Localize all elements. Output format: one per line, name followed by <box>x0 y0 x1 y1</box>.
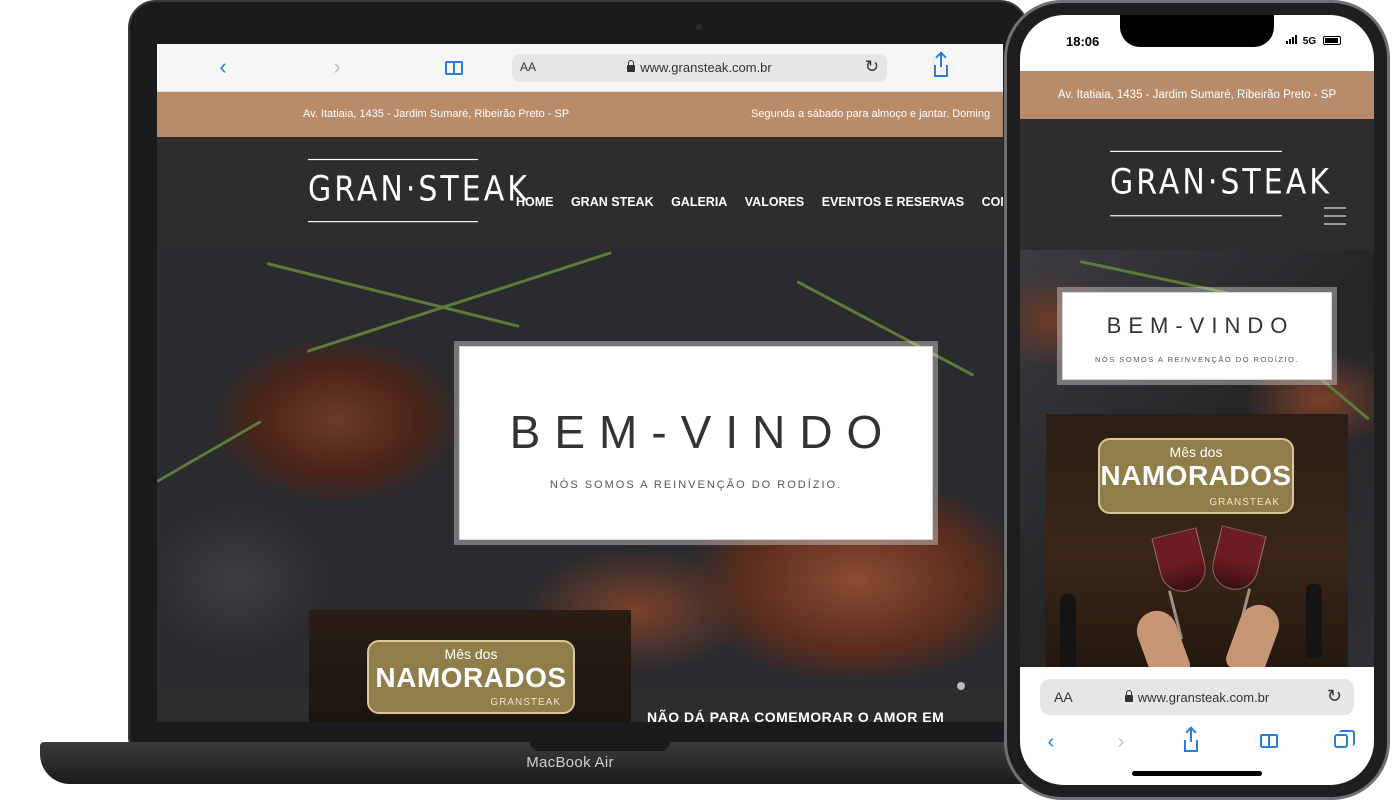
site-header: GRAN·STEAK HOME GRAN STEAK GALERIA VALOR… <box>157 137 1003 250</box>
nav-galeria[interactable]: GALERIA <box>671 195 727 209</box>
wine-bottle <box>1306 584 1322 658</box>
promo-image[interactable]: Mês dos NAMORADOS GRANSTEAK <box>309 610 631 722</box>
address-text: Av. Itatiaia, 1435 - Jardim Sumaré, Ribe… <box>303 108 570 120</box>
share-icon <box>934 53 948 77</box>
network-label: 5G <box>1302 36 1317 47</box>
promo-logo-text: GRANSTEAK <box>490 697 561 708</box>
promo-big-text: NAMORADOS <box>375 662 567 693</box>
phone-logo-text: GRAN·STEAK <box>1110 162 1332 203</box>
hours-text: Segunda a sábado para almoço e jantar. D… <box>751 108 991 120</box>
nav-home[interactable]: HOME <box>516 195 554 209</box>
laptop-model-label: MacBook Air <box>526 754 614 771</box>
nav-gran-steak[interactable]: GRAN STEAK <box>571 195 654 209</box>
hamburger-menu-icon[interactable] <box>1324 207 1346 225</box>
main-nav: HOME GRAN STEAK GALERIA VALORES EVENTOS … <box>516 193 1003 211</box>
book-icon <box>1260 734 1278 748</box>
phone-welcome-box: BEM-VINDO NÓS SOMOS A REINVENÇÃO DO RODÍ… <box>1062 292 1332 380</box>
promo-small-text: Mês dos <box>444 646 498 662</box>
url-value: www.gransteak.com.br <box>640 60 772 75</box>
tabs-icon <box>1334 730 1355 748</box>
phone-site-logo[interactable]: GRAN·STEAK <box>1110 146 1329 220</box>
phone-forward-button[interactable]: › <box>1108 729 1134 755</box>
phone-welcome-title: BEM-VINDO <box>1106 313 1295 338</box>
reload-icon[interactable]: ↻ <box>865 57 879 77</box>
nav-eventos-reservas[interactable]: EVENTOS E RESERVAS <box>822 195 964 209</box>
wine-bottle <box>1060 594 1076 667</box>
phone-bookmarks-button[interactable] <box>1256 729 1282 755</box>
promo-badge: Mês dos NAMORADOS GRANSTEAK <box>367 640 575 714</box>
welcome-title: BEM-VINDO <box>509 406 897 458</box>
phone-address-bar[interactable]: AA www.gransteak.com.br ↻ <box>1040 679 1354 715</box>
laptop-browser-bar: ‹ › AA www.gransteak.com.br ↻ <box>157 44 1003 92</box>
phone-info-bar: Av. Itatiaia, 1435 - Jardim Sumaré, Ribe… <box>1020 71 1374 119</box>
phone-welcome-subtitle: NÓS SOMOS A REINVENÇÃO DO RODÍZIO. <box>1095 355 1299 364</box>
home-indicator[interactable] <box>1132 771 1262 776</box>
logo-rule-top <box>308 158 478 161</box>
site-logo[interactable]: GRAN·STEAK <box>308 154 527 225</box>
phone-url-value: www.gransteak.com.br <box>1137 690 1270 705</box>
logo-rule-bottom <box>308 221 478 223</box>
info-bar: Av. Itatiaia, 1435 - Jardim Sumaré, Ribe… <box>157 92 1003 137</box>
phone-notch <box>1120 15 1274 47</box>
phone-site-header: GRAN·STEAK <box>1020 119 1374 250</box>
laptop-camera <box>696 24 702 30</box>
lock-icon <box>1124 690 1133 702</box>
phone-promo-small-text: Mês dos <box>1169 444 1223 460</box>
share-icon <box>1184 728 1198 752</box>
rosemary-sprig <box>306 251 612 353</box>
phone-promo-big-text: NAMORADOS <box>1100 460 1292 491</box>
logo-rule-top <box>1110 150 1282 152</box>
bookmarks-button[interactable] <box>442 56 466 80</box>
phone-url-text: www.gransteak.com.br <box>1040 690 1354 705</box>
status-indicators: 5G <box>1286 35 1341 47</box>
phone-tabs-button[interactable] <box>1328 729 1355 755</box>
share-button[interactable] <box>929 53 953 78</box>
welcome-subtitle: NÓS SOMOS A REINVENÇÃO DO RODÍZIO. <box>549 479 843 491</box>
chevron-left-icon: ‹ <box>219 54 227 79</box>
rosemary-sprig <box>1079 260 1237 297</box>
phone-promo-image[interactable]: Mês dos NAMORADOS GRANSTEAK <box>1046 414 1348 667</box>
laptop-base: MacBook Air <box>40 742 1100 784</box>
forward-button[interactable]: › <box>325 55 349 79</box>
phone-screen: 18:06 5G Av. Itatiaia, 1435 - Jardim Sum… <box>1020 15 1374 785</box>
phone-back-button[interactable]: ‹ <box>1038 729 1064 755</box>
welcome-box: BEM-VINDO NÓS SOMOS A REINVENÇÃO DO RODÍ… <box>459 346 933 540</box>
logo-text: GRAN·STEAK <box>308 169 530 210</box>
hand <box>1223 599 1285 667</box>
phone-address-text: Av. Itatiaia, 1435 - Jardim Sumaré, Ribe… <box>1057 89 1337 101</box>
phone-hero-banner: BEM-VINDO NÓS SOMOS A REINVENÇÃO DO RODÍ… <box>1020 250 1374 667</box>
phone-share-button[interactable] <box>1178 728 1204 755</box>
status-time: 18:06 <box>1066 34 1100 49</box>
back-button[interactable]: ‹ <box>211 55 235 79</box>
phone-promo-badge: Mês dos NAMORADOS GRANSTEAK <box>1098 438 1294 514</box>
hand <box>1131 605 1193 667</box>
nav-contato[interactable]: CONTATO <box>982 195 1003 209</box>
address-bar[interactable]: AA www.gransteak.com.br ↻ <box>512 54 887 82</box>
rosemary-sprig <box>157 420 262 483</box>
url-text: www.gransteak.com.br <box>512 60 887 75</box>
reload-icon[interactable]: ↻ <box>1327 686 1342 707</box>
signal-icon <box>1286 35 1298 47</box>
nav-valores[interactable]: VALORES <box>745 195 805 209</box>
chevron-right-icon: › <box>333 54 341 79</box>
logo-rule-bottom <box>1110 215 1282 217</box>
laptop-hinge-notch <box>530 742 670 751</box>
chevron-right-icon: › <box>1117 731 1125 753</box>
wine-glass <box>1207 525 1267 595</box>
scroll-dot[interactable] <box>957 682 965 690</box>
book-icon <box>445 61 463 75</box>
phone-browser-toolbar: ‹ › <box>1020 725 1374 761</box>
chevron-left-icon: ‹ <box>1047 731 1055 753</box>
laptop-screen: ‹ › AA www.gransteak.com.br ↻ Av. Itatia… <box>157 44 1003 722</box>
lock-icon <box>627 60 636 72</box>
wine-glass <box>1151 527 1211 597</box>
phone-promo-logo-text: GRANSTEAK <box>1209 497 1280 508</box>
promo-headline: NÃO DÁ PARA COMEMORAR O AMOR EM <box>647 709 945 722</box>
battery-icon <box>1322 36 1341 45</box>
